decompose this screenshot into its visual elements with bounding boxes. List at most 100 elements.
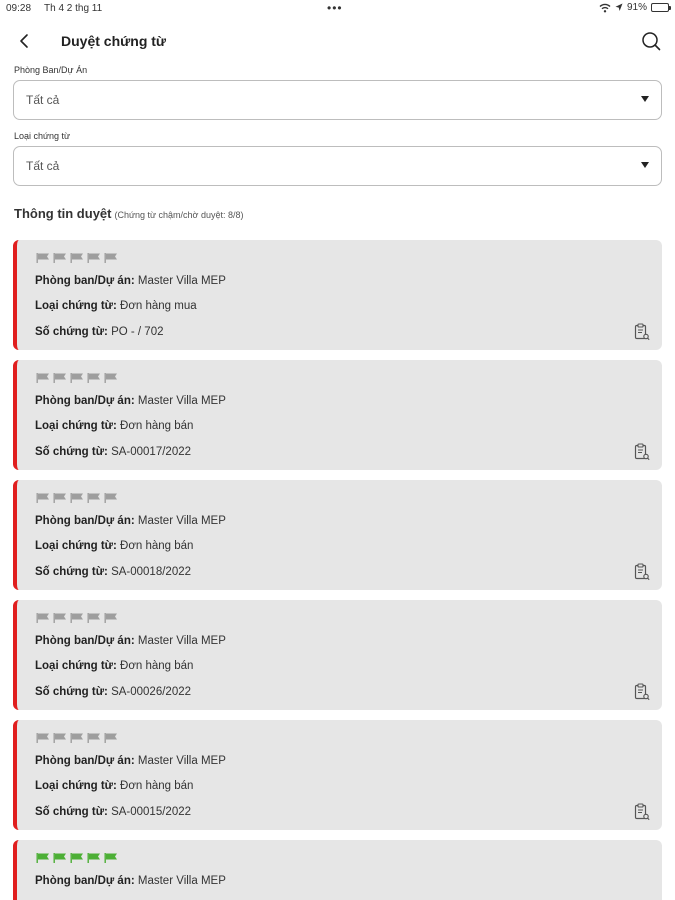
flag-icon <box>53 613 66 623</box>
flag-icon <box>104 373 117 383</box>
doc-number-label: Số chứng từ: <box>35 326 108 338</box>
department-label: Phòng ban/Dự án: <box>35 635 135 647</box>
flag-icon <box>104 493 117 503</box>
department-value: Master Villa MEP <box>137 515 226 527</box>
doc-type-value: Đơn hàng mua <box>120 300 197 312</box>
card-department-row: Phòng ban/Dự án: Master Villa MEP <box>35 275 226 287</box>
card-department-row: Phòng ban/Dự án: Master Villa MEP <box>35 755 226 767</box>
flag-icon <box>36 733 49 743</box>
department-value: Master Villa MEP <box>137 875 226 887</box>
flag-icon <box>53 493 66 503</box>
status-time: 09:28 <box>6 3 32 14</box>
card-doc-type-row: Loại chứng từ: Đơn hàng bán <box>35 540 193 552</box>
card-doc-number-row: Số chứng từ: PO - / 702 <box>35 326 164 338</box>
chevron-left-icon[interactable] <box>14 30 36 52</box>
flag-icon <box>53 853 66 863</box>
doc-type-label: Loại chứng từ: <box>35 420 117 432</box>
department-label: Phòng ban/Dự án: <box>35 515 135 527</box>
doc-type-value: Đơn hàng bán <box>120 420 194 432</box>
doc-type-value: Đơn hàng bán <box>120 660 194 672</box>
doc-number-label: Số chứng từ: <box>35 566 108 578</box>
doc-number-value: SA-00015/2022 <box>111 806 192 818</box>
clipboard-search-icon[interactable] <box>634 443 650 461</box>
clipboard-search-icon[interactable] <box>634 563 650 581</box>
flag-icon <box>104 613 117 623</box>
department-filter-label: Phòng Ban/Dự Án <box>14 65 88 75</box>
battery-percent: 91% <box>626 2 647 13</box>
department-value: Master Villa MEP <box>137 275 226 287</box>
approval-card[interactable]: Phòng ban/Dự án: Master Villa MEP Loại c… <box>13 720 662 830</box>
flag-icon <box>87 253 100 263</box>
department-filter-select[interactable]: Tất cả <box>13 80 662 120</box>
approval-card[interactable]: Phòng ban/Dự án: Master Villa MEP <box>13 840 662 900</box>
doc-type-filter-value: Tất cả <box>26 159 60 173</box>
clipboard-search-icon[interactable] <box>634 683 650 701</box>
flag-icon <box>53 373 66 383</box>
flag-icon <box>70 613 83 623</box>
multitasking-dots[interactable]: ••• <box>327 1 343 15</box>
caret-down-icon <box>641 162 649 168</box>
doc-type-label: Loại chứng từ: <box>35 300 117 312</box>
approval-card[interactable]: Phòng ban/Dự án: Master Villa MEP Loại c… <box>13 240 662 350</box>
status-date: Th 4 2 thg 11 <box>44 3 103 14</box>
card-doc-number-row: Số chứng từ: SA-00018/2022 <box>35 566 191 578</box>
clipboard-search-icon[interactable] <box>634 323 650 341</box>
flag-icon <box>70 253 83 263</box>
card-department-row: Phòng ban/Dự án: Master Villa MEP <box>35 395 226 407</box>
department-label: Phòng ban/Dự án: <box>35 275 135 287</box>
doc-type-value: Đơn hàng bán <box>120 780 194 792</box>
status-right: 91% <box>599 2 671 13</box>
flag-rating <box>36 253 118 263</box>
approval-card[interactable]: Phòng ban/Dự án: Master Villa MEP Loại c… <box>13 480 662 590</box>
flag-rating <box>36 373 118 383</box>
flag-icon <box>70 853 83 863</box>
department-label: Phòng ban/Dự án: <box>35 875 135 887</box>
flag-icon <box>70 373 83 383</box>
section-title: Thông tin duyệt (Chứng từ chậm/chờ duyệt:… <box>14 206 244 221</box>
department-value: Master Villa MEP <box>137 635 226 647</box>
card-department-row: Phòng ban/Dự án: Master Villa MEP <box>35 875 226 887</box>
section-title-text: Thông tin duyệt <box>14 206 112 221</box>
card-department-row: Phòng ban/Dự án: Master Villa MEP <box>35 635 226 647</box>
doc-type-filter-select[interactable]: Tất cả <box>13 146 662 186</box>
card-doc-type-row: Loại chứng từ: Đơn hàng mua <box>35 300 197 312</box>
approval-card[interactable]: Phòng ban/Dự án: Master Villa MEP Loại c… <box>13 360 662 470</box>
flag-icon <box>70 493 83 503</box>
flag-icon <box>87 493 100 503</box>
flag-icon <box>53 733 66 743</box>
search-icon[interactable] <box>640 30 662 52</box>
flag-icon <box>36 613 49 623</box>
flag-icon <box>87 373 100 383</box>
card-doc-number-row: Số chứng từ: SA-00026/2022 <box>35 686 191 698</box>
flag-icon <box>70 733 83 743</box>
card-doc-type-row: Loại chứng từ: Đơn hàng bán <box>35 780 193 792</box>
department-value: Master Villa MEP <box>137 755 226 767</box>
status-bar: 09:28 Th 4 2 thg 11 ••• 91% <box>0 0 675 18</box>
doc-type-label: Loại chứng từ: <box>35 540 117 552</box>
doc-type-filter-label: Loại chứng từ <box>14 131 71 141</box>
doc-number-label: Số chứng từ: <box>35 446 108 458</box>
wifi-icon <box>599 3 611 12</box>
flag-icon <box>104 853 117 863</box>
flag-icon <box>53 253 66 263</box>
doc-number-value: SA-00017/2022 <box>111 446 192 458</box>
doc-type-value: Đơn hàng bán <box>120 540 194 552</box>
card-doc-number-row: Số chứng từ: SA-00015/2022 <box>35 806 191 818</box>
card-doc-type-row: Loại chứng từ: Đơn hàng bán <box>35 420 193 432</box>
flag-rating <box>36 493 118 503</box>
doc-number-label: Số chứng từ: <box>35 686 108 698</box>
doc-type-label: Loại chứng từ: <box>35 780 117 792</box>
doc-number-label: Số chứng từ: <box>35 806 108 818</box>
approval-card[interactable]: Phòng ban/Dự án: Master Villa MEP Loại c… <box>13 600 662 710</box>
department-filter-value: Tất cả <box>26 93 60 107</box>
department-label: Phòng ban/Dự án: <box>35 395 135 407</box>
doc-number-value: PO - / 702 <box>111 326 164 338</box>
clipboard-search-icon[interactable] <box>634 803 650 821</box>
flag-rating <box>36 733 118 743</box>
flag-icon <box>36 373 49 383</box>
flag-icon <box>87 613 100 623</box>
flag-icon <box>104 733 117 743</box>
flag-icon <box>36 253 49 263</box>
flag-icon <box>87 733 100 743</box>
card-doc-number-row: Số chứng từ: SA-00017/2022 <box>35 446 191 458</box>
